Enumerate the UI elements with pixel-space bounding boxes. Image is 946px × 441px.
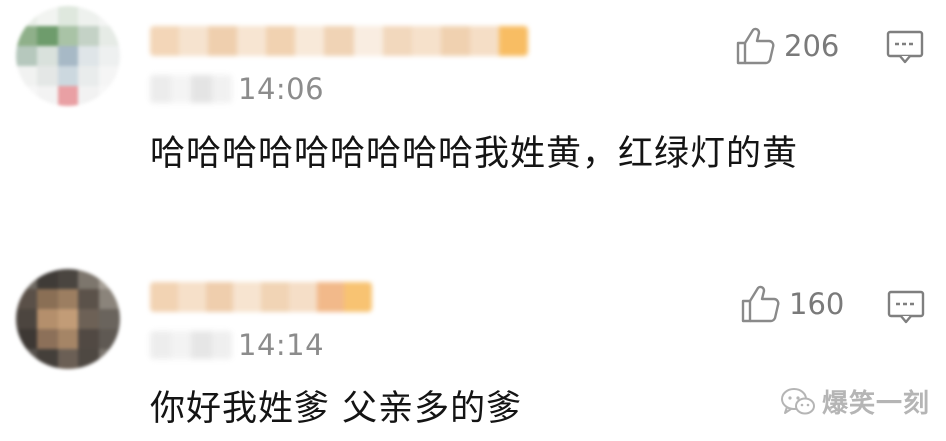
comment-meta: 14:14 bbox=[150, 328, 324, 362]
comment-item: 14:06 206 哈哈哈哈哈哈哈哈哈我姓黄，红绿灯的黄 bbox=[0, 0, 946, 225]
thumbs-up-icon bbox=[736, 27, 775, 65]
reply-icon[interactable] bbox=[887, 290, 925, 324]
like-button[interactable]: 160 bbox=[739, 284, 844, 324]
username[interactable] bbox=[150, 282, 372, 312]
comment-meta: 14:06 bbox=[150, 72, 324, 106]
comment-text: 你好我姓爹 父亲多的爹 bbox=[150, 389, 523, 429]
username[interactable] bbox=[150, 26, 528, 56]
watermark: 爆笑一刻 bbox=[780, 383, 930, 420]
like-count: 160 bbox=[789, 287, 845, 321]
wechat-icon bbox=[781, 387, 815, 414]
comment-date bbox=[150, 331, 232, 359]
watermark-text: 爆笑一刻 bbox=[822, 389, 931, 419]
comment-date bbox=[150, 75, 232, 103]
thumbs-up-icon bbox=[741, 285, 780, 323]
comment-time: 14:14 bbox=[238, 328, 325, 362]
like-count: 206 bbox=[784, 29, 840, 63]
avatar[interactable] bbox=[16, 269, 120, 369]
like-button[interactable]: 206 bbox=[734, 26, 839, 66]
comment-text: 哈哈哈哈哈哈哈哈哈我姓黄，红绿灯的黄 bbox=[150, 134, 799, 174]
comment-time: 14:06 bbox=[238, 72, 325, 106]
avatar[interactable] bbox=[16, 6, 120, 106]
reply-icon[interactable] bbox=[886, 30, 924, 64]
